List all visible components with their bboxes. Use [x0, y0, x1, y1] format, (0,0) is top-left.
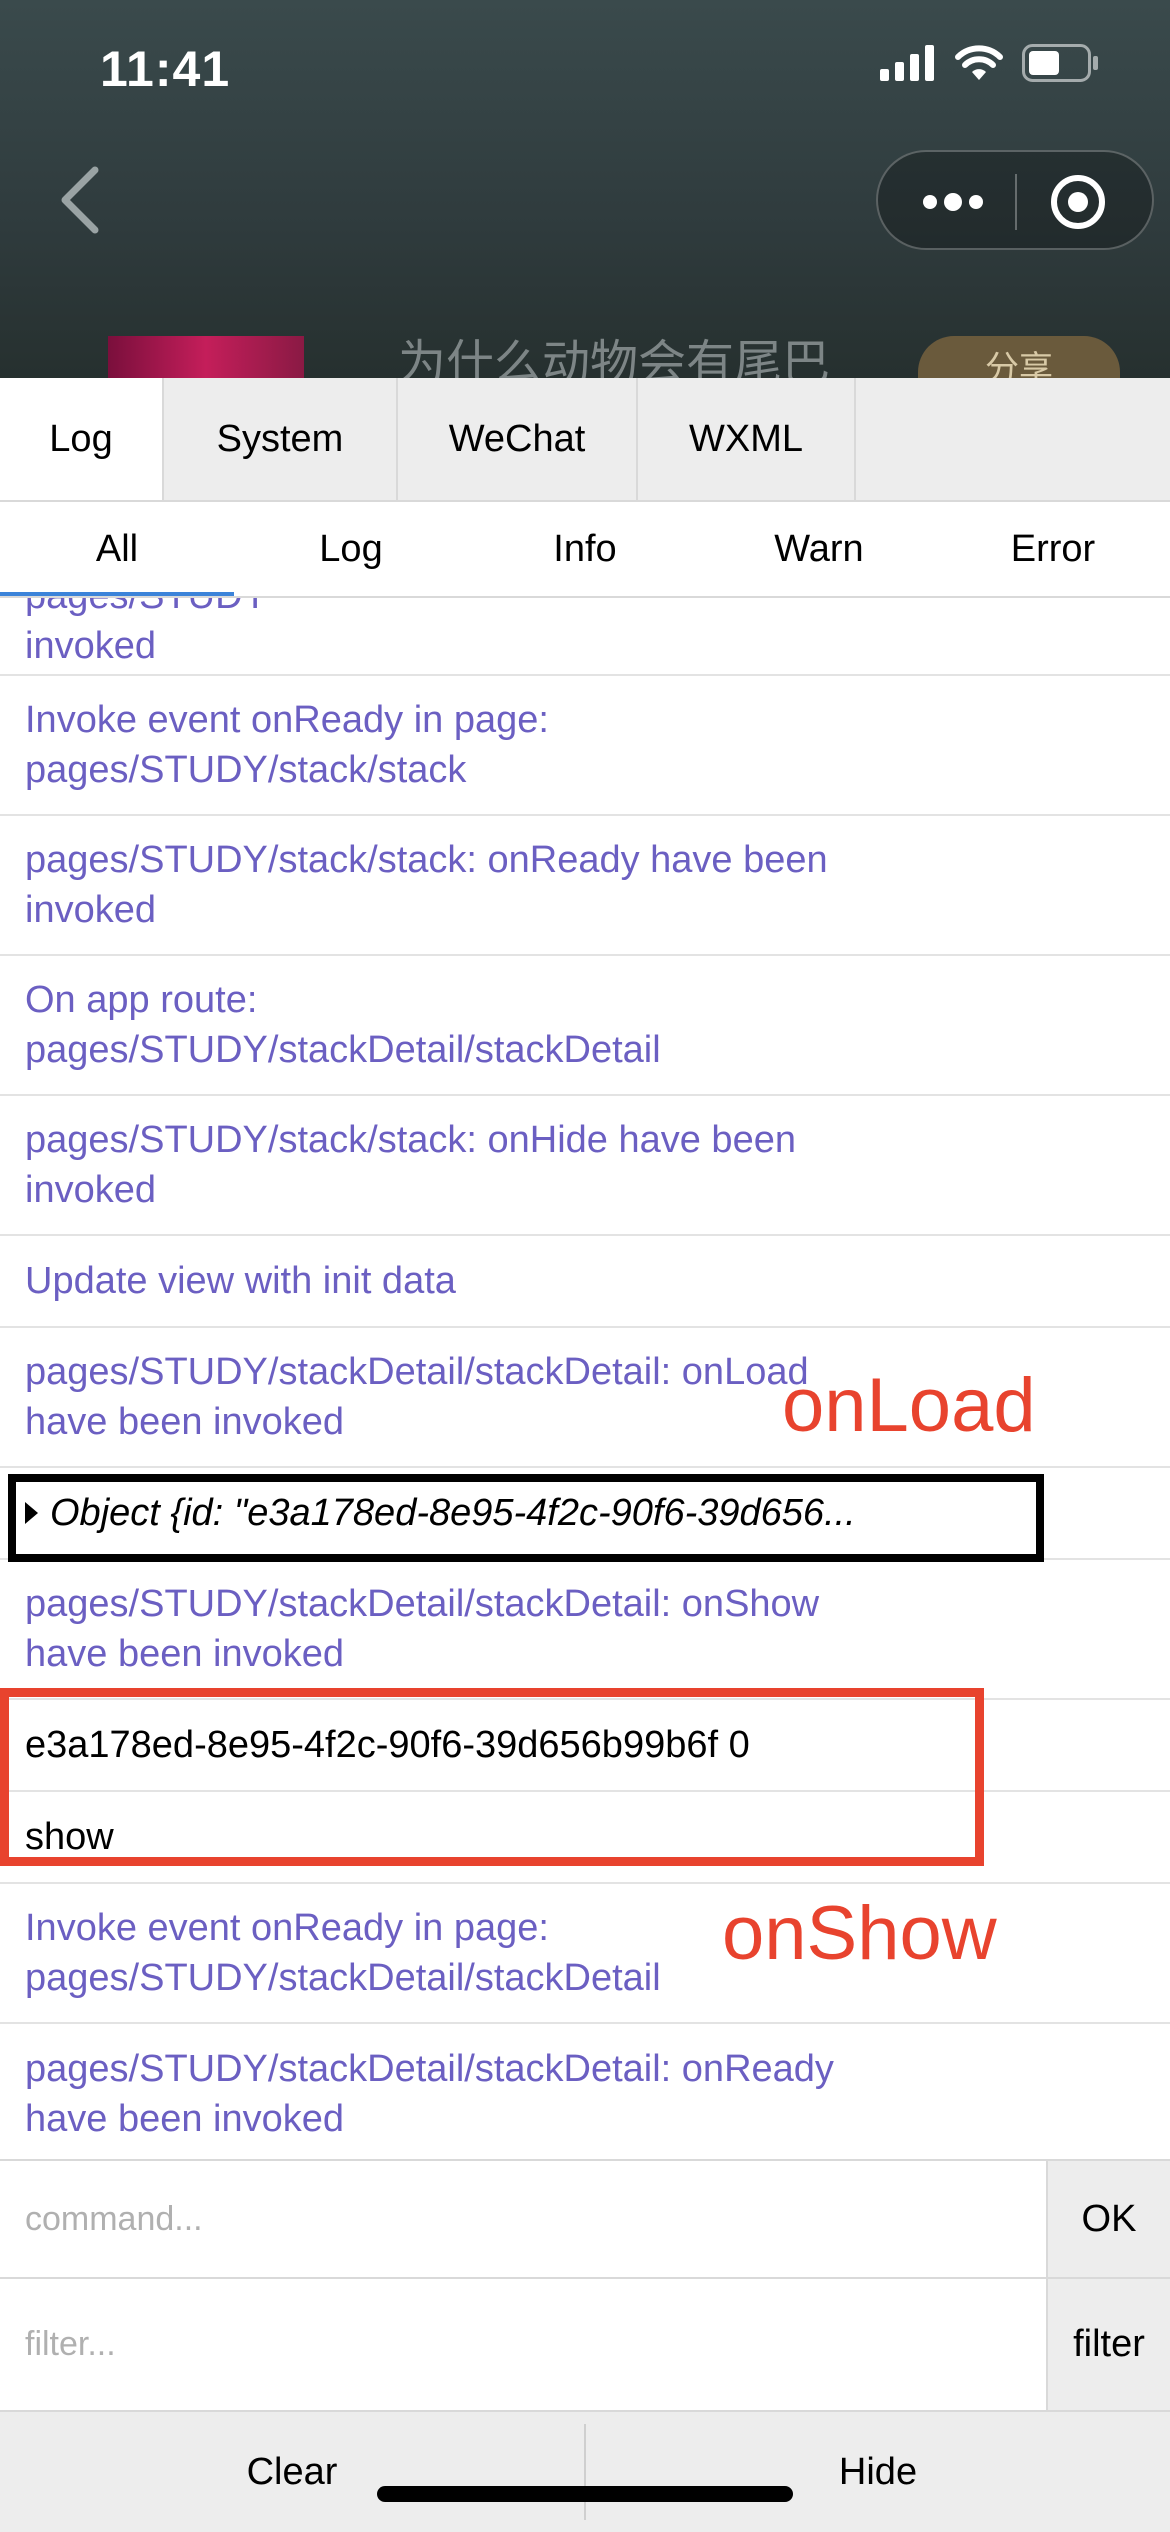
log-filter-tabs: All Log Info Warn Error: [0, 502, 1170, 598]
annotation-onload: onLoad: [782, 1363, 1036, 1448]
tab-system[interactable]: System: [164, 378, 398, 500]
signal-icon: [880, 45, 934, 81]
hide-button[interactable]: Hide: [586, 2412, 1170, 2532]
command-row: OK: [0, 2159, 1170, 2277]
console-tabs: Log System WeChat WXML: [0, 378, 1170, 502]
log-item[interactable]: pages/STUDY/stack/stack: onReady have be…: [0, 816, 1170, 956]
tab-wxml[interactable]: WXML: [638, 378, 856, 500]
log-item[interactable]: Update view with init data: [0, 1236, 1170, 1328]
subtab-log[interactable]: Log: [234, 502, 468, 596]
subtab-info[interactable]: Info: [468, 502, 702, 596]
home-indicator: [377, 2486, 793, 2502]
subtab-error[interactable]: Error: [936, 502, 1170, 596]
log-item[interactable]: pages/STUDY/stackDetail/stackDetail: onR…: [0, 2024, 1170, 2159]
log-item[interactable]: pages/STUDYinvoked: [0, 598, 1170, 676]
close-target-icon[interactable]: [1048, 172, 1108, 232]
page-title: 为什么动物会有尾巴: [398, 337, 831, 378]
filter-input[interactable]: [0, 2279, 1046, 2410]
log-item[interactable]: pages/STUDY/stack/stack: onHide have bee…: [0, 1096, 1170, 1236]
log-text: On app route: pages/STUDY/stackDetail/sta…: [25, 979, 661, 1071]
tab-wechat[interactable]: WeChat: [398, 378, 638, 500]
annotation-onshow: onShow: [722, 1891, 997, 1976]
vconsole-panel: Log System WeChat WXML All Log Info Warn…: [0, 378, 1170, 2532]
filter-button[interactable]: filter: [1046, 2279, 1170, 2410]
clear-button[interactable]: Clear: [0, 2412, 584, 2532]
log-text: pages/STUDY/stackDetail/stackDetail: onL…: [25, 1351, 809, 1443]
back-icon[interactable]: [50, 160, 110, 240]
share-label: 分享: [985, 350, 1053, 378]
status-icons: [880, 44, 1100, 82]
command-input[interactable]: [0, 2161, 1046, 2277]
log-text: Update view with init data: [25, 1260, 456, 1302]
filter-row: filter: [0, 2277, 1170, 2410]
subtab-all[interactable]: All: [0, 502, 234, 596]
subtab-warn[interactable]: Warn: [702, 502, 936, 596]
log-text: pages/STUDYinvoked: [25, 598, 268, 667]
tab-log[interactable]: Log: [0, 378, 164, 500]
log-text: pages/STUDY/stackDetail/stackDetail: onR…: [25, 2048, 834, 2140]
highlight-box-show-logs: [0, 1688, 984, 1866]
log-text: Invoke event onReady in page: pages/STUDY…: [25, 699, 549, 791]
log-text: pages/STUDY/stack/stack: onHide have bee…: [25, 1119, 796, 1211]
log-text: pages/STUDY/stack/stack: onReady have be…: [25, 839, 828, 931]
capsule-menu: [876, 150, 1154, 250]
battery-icon: [1022, 44, 1098, 82]
log-item[interactable]: On app route: pages/STUDY/stackDetail/sta…: [0, 956, 1170, 1096]
command-ok-button[interactable]: OK: [1046, 2161, 1170, 2277]
log-item[interactable]: pages/STUDY/stackDetail/stackDetail: onS…: [0, 1560, 1170, 1700]
status-time: 11:41: [100, 41, 231, 97]
log-text: pages/STUDY/stackDetail/stackDetail: onS…: [25, 1583, 820, 1675]
share-button[interactable]: 分享: [918, 336, 1120, 378]
wifi-icon: [955, 45, 1003, 80]
console-bottom-bar: Clear Hide: [0, 2410, 1170, 2532]
capsule-divider: [1015, 174, 1017, 230]
highlight-box-object: [8, 1474, 1044, 1562]
log-text: Invoke event onReady in page: pages/STUDY…: [25, 1907, 661, 1999]
log-item[interactable]: Invoke event onReady in page: pages/STUDY…: [0, 676, 1170, 816]
more-icon[interactable]: [918, 182, 988, 222]
article-thumbnail: [108, 336, 304, 378]
